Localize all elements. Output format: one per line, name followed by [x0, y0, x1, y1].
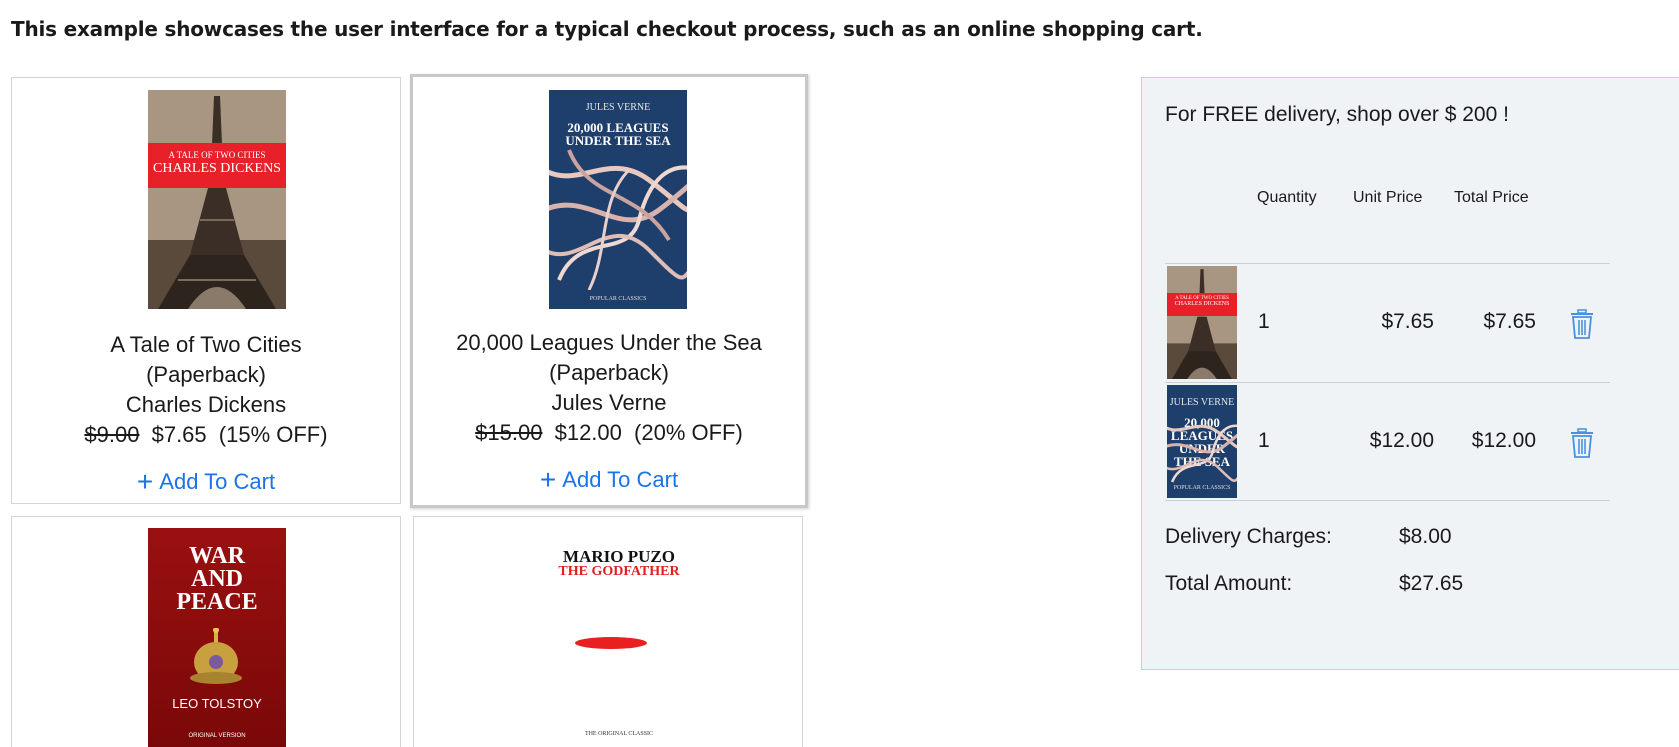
plus-icon: + [539, 464, 557, 495]
add-to-cart-button[interactable]: + Add To Cart [413, 464, 805, 496]
product-author: Jules Verne [551, 390, 667, 415]
delivery-charges-label: Delivery Charges: [1165, 525, 1332, 548]
intro-text: This example showcases the user interfac… [11, 17, 1203, 41]
cart-row: A TALE OF TWO CITIES CHARLES DICKENS 1 $… [1165, 264, 1610, 382]
original-price: $9.00 [84, 422, 140, 447]
divider [1165, 500, 1610, 501]
price-line: $15.00 $12.00 (20% OFF) [413, 418, 805, 448]
plus-icon: + [136, 466, 154, 497]
eiffel-tower-illustration [148, 90, 286, 309]
product-format: (Paperback) [549, 360, 669, 385]
book-cover-image: A TALE OF TWO CITIES CHARLES DICKENS [148, 90, 286, 309]
cover-author-text: JULES VERNE [585, 102, 651, 113]
eiffel-tower-illustration [1167, 266, 1237, 379]
book-cover-image: JULES VERNE 20,000 LEAGUES UNDER THE SEA … [549, 90, 687, 309]
product-card: WAR AND PEACE LEO TOLSTOY ORIGINAL VERSION [11, 516, 401, 747]
add-to-cart-label: Add To Cart [562, 467, 679, 492]
cover-title-text: WAR AND PEACE [148, 544, 286, 615]
cover-title-text: A TALE OF TWO CITIES [168, 150, 266, 160]
cover-footer-text: THE ORIGINAL CLASSIC [584, 731, 654, 737]
cover-title-band: A TALE OF TWO CITIES CHARLES DICKENS [148, 143, 286, 188]
book-cover-image: MARIO PUZO THE GODFATHER THE ORIGINAL CL… [550, 528, 688, 747]
product-title: 20,000 Leagues Under the Sea [456, 330, 762, 355]
original-price: $15.00 [475, 420, 543, 445]
product-card: MARIO PUZO THE GODFATHER THE ORIGINAL CL… [413, 516, 803, 747]
sale-price: $7.65 [151, 422, 207, 447]
cover-title-band: A TALE OF TWO CITIES CHARLES DICKENS [1167, 293, 1237, 316]
cover-footer-text: ORIGINAL VERSION [188, 733, 246, 739]
item-total-price: $12.00 [1471, 429, 1536, 452]
cart-panel: For FREE delivery, shop over $ 200 ! Qua… [1141, 77, 1679, 670]
helmet-illustration [190, 628, 242, 684]
cover-author-text: LEO TOLSTOY [172, 696, 262, 711]
trash-icon[interactable] [1570, 309, 1594, 339]
total-price-column-header: Total Price [1454, 189, 1529, 206]
cover-title-line: PEACE [176, 589, 258, 615]
red-brush-stroke [575, 637, 647, 649]
cart-item-thumbnail: A TALE OF TWO CITIES CHARLES DICKENS [1167, 266, 1237, 379]
product-title: A Tale of Two Cities [110, 332, 302, 357]
add-to-cart-label: Add To Cart [159, 469, 276, 494]
discount-badge: (15% OFF) [218, 422, 328, 447]
item-unit-price: $7.65 [1381, 310, 1434, 333]
product-card: JULES VERNE 20,000 LEAGUES UNDER THE SEA … [410, 74, 808, 508]
item-quantity: 1 [1258, 310, 1270, 333]
total-amount-label: Total Amount: [1165, 572, 1293, 595]
cover-title-text: THE GODFATHER [558, 564, 680, 579]
quantity-column-header: Quantity [1257, 189, 1317, 206]
delivery-charges-value: $8.00 [1399, 525, 1452, 548]
product-card: A TALE OF TWO CITIES CHARLES DICKENS A T… [11, 77, 401, 504]
book-cover-image: WAR AND PEACE LEO TOLSTOY ORIGINAL VERSION [148, 528, 286, 747]
total-amount-value: $27.65 [1399, 572, 1464, 595]
unit-price-column-header: Unit Price [1353, 189, 1423, 206]
item-quantity: 1 [1258, 429, 1270, 452]
cover-author-text: CHARLES DICKENS [1174, 301, 1230, 307]
total-amount-row: Total Amount: $27.65 [1165, 572, 1463, 596]
cart-row: JULES VERNE 20,000 LEAGUES UNDER THE SEA … [1165, 383, 1610, 501]
delivery-charges-row: Delivery Charges: $8.00 [1165, 525, 1452, 549]
product-info: 20,000 Leagues Under the Sea (Paperback)… [413, 328, 805, 448]
price-line: $9.00 $7.65 (15% OFF) [12, 420, 400, 450]
cover-author-text: CHARLES DICKENS [153, 161, 281, 176]
cover-author-text: MARIO PUZO [563, 547, 675, 566]
trash-icon[interactable] [1570, 428, 1594, 458]
item-total-price: $7.65 [1483, 310, 1536, 333]
product-info: A Tale of Two Cities (Paperback) Charles… [12, 330, 400, 450]
product-format: (Paperback) [146, 362, 266, 387]
item-unit-price: $12.00 [1369, 429, 1434, 452]
cart-item-thumbnail: JULES VERNE 20,000 LEAGUES UNDER THE SEA … [1167, 385, 1237, 498]
add-to-cart-button[interactable]: + Add To Cart [12, 466, 400, 498]
free-delivery-banner: For FREE delivery, shop over $ 200 ! [1165, 103, 1509, 126]
sale-price: $12.00 [554, 420, 622, 445]
tentacles-illustration [1167, 424, 1237, 483]
cover-footer-text: POPULAR CLASSICS [1173, 485, 1231, 491]
discount-badge: (20% OFF) [634, 420, 743, 445]
tentacles-illustration [549, 149, 687, 290]
product-author: Charles Dickens [125, 392, 287, 417]
cover-footer-text: POPULAR CLASSICS [589, 296, 647, 302]
